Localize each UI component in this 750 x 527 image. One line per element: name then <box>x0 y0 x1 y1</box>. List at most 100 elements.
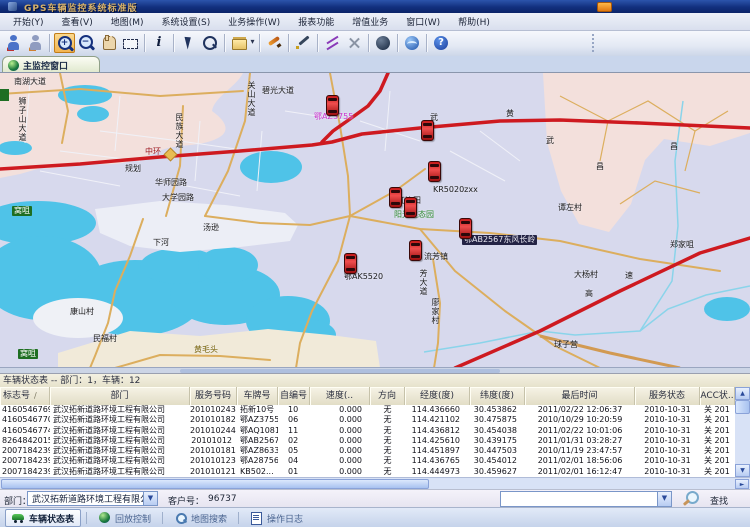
table-cell: 114.436660 <box>405 405 470 415</box>
vehicle-marker-icon[interactable] <box>409 240 422 261</box>
pen-icon[interactable] <box>293 33 314 53</box>
scroll-right-icon[interactable]: ► <box>735 479 749 489</box>
bottom-tab-label: 回放控制 <box>115 512 151 525</box>
layers-icon[interactable] <box>229 33 256 53</box>
menu-item-0[interactable]: 开始(Y) <box>4 13 53 30</box>
map-place-label: 华师园路 <box>155 178 187 187</box>
menu-item-6[interactable]: 增值业务 <box>343 13 397 30</box>
table-cell: 2011/01/31 03:28:27 <box>525 436 635 446</box>
table-row[interactable]: 4160546770武汉拓新道路环境工程有限公司201010182鄂AZ3755… <box>0 415 735 425</box>
column-header-2[interactable]: 服务号码 <box>190 387 237 405</box>
find-button[interactable]: 查找 <box>710 494 728 507</box>
toolbar-separator <box>259 34 260 52</box>
department-combo[interactable]: 武汉拓新道路环境工程有限公司 ▼ <box>27 491 158 506</box>
table-row[interactable]: 4160546774武汉拓新道路环境工程有限公司201010244鄂AQ1081… <box>0 426 735 436</box>
column-header-10[interactable]: 服务状态 <box>635 387 700 405</box>
table-cell: 114.425610 <box>405 436 470 446</box>
bottom-tab-2[interactable]: 地图搜索 <box>168 510 233 526</box>
column-header-11[interactable]: ACC状.. <box>700 387 735 405</box>
globe-blue-icon[interactable] <box>402 33 423 53</box>
vehicle-marker-icon[interactable] <box>389 187 402 208</box>
column-header-9[interactable]: 最后时间 <box>525 387 635 405</box>
table-row[interactable]: 20071842390武汉拓新道路环境工程有限公司201010181鄂AZ863… <box>0 446 735 456</box>
map-place-label: 黄毛头 <box>194 345 218 354</box>
table-cell: 无 <box>370 426 405 436</box>
vscroll-thumb[interactable] <box>735 400 750 414</box>
menu-item-8[interactable]: 帮助(H) <box>449 13 499 30</box>
table-vertical-scrollbar[interactable]: ▲ ▼ <box>735 387 750 477</box>
table-cell: 201010243 <box>190 405 237 415</box>
table-row[interactable]: 20071842398武汉拓新道路环境工程有限公司201010121KB502.… <box>0 467 735 477</box>
table-cell: 201010182 <box>190 415 237 425</box>
menu-item-4[interactable]: 业务操作(W) <box>219 13 289 30</box>
map-place-label: 大杨村 <box>574 270 598 279</box>
scroll-up-icon[interactable]: ▲ <box>735 387 750 400</box>
map-place-label: 流芳镇 <box>424 252 448 261</box>
toolbar-separator <box>49 34 50 52</box>
column-header-8[interactable]: 纬度(度) <box>470 387 525 405</box>
search-combo[interactable]: ▼ <box>500 491 672 507</box>
vehicle-marker-icon[interactable] <box>459 218 472 239</box>
toolbar-separator <box>317 34 318 52</box>
menu-item-5[interactable]: 报表功能 <box>289 13 343 30</box>
zoom-out-icon[interactable] <box>76 33 97 53</box>
vehicle-marker-icon[interactable] <box>326 95 339 116</box>
menu-item-1[interactable]: 查看(V) <box>53 13 102 30</box>
table-cell: 201010121 <box>190 467 237 477</box>
toolbar-grip[interactable] <box>592 34 597 52</box>
column-header-0[interactable]: 标志号∕ <box>0 387 50 405</box>
column-header-1[interactable]: 部门 <box>50 387 190 405</box>
table-cell: 05 <box>278 446 310 456</box>
bottom-tab-0[interactable]: 车辆状态表 <box>5 509 81 527</box>
column-header-6[interactable]: 方向 <box>370 387 405 405</box>
table-cell: 拓新10号 <box>237 405 278 415</box>
scroll-down-icon[interactable]: ▼ <box>735 464 750 477</box>
table-row[interactable]: 4160546769武汉拓新道路环境工程有限公司201010243拓新10号10… <box>0 405 735 415</box>
chevron-down-icon[interactable]: ▼ <box>657 492 671 506</box>
route-icon[interactable] <box>322 33 343 53</box>
table-cell: 武汉拓新道路环境工程有限公司 <box>50 426 190 436</box>
column-header-4[interactable]: 自编号 <box>278 387 310 405</box>
user-offline-icon[interactable] <box>25 33 46 53</box>
department-bar: 部门： 武汉拓新道路环境工程有限公司 ▼ 客户号： 96737 ▼ 查找 <box>0 489 750 508</box>
user-online-icon[interactable] <box>3 33 24 53</box>
menu-item-3[interactable]: 系统设置(S) <box>153 13 220 30</box>
help-icon[interactable] <box>431 33 452 53</box>
info-icon[interactable] <box>149 33 170 53</box>
table-cell: 201010123 <box>190 456 237 466</box>
menu-item-7[interactable]: 窗口(W) <box>397 13 449 30</box>
pan-hand-icon[interactable] <box>98 33 119 53</box>
vehicle-marker-icon[interactable] <box>421 120 434 141</box>
table-cell: 06 <box>278 415 310 425</box>
column-header-5[interactable]: 速度(.. <box>310 387 370 405</box>
zoom-in-icon[interactable] <box>54 33 75 53</box>
brush-icon[interactable] <box>264 33 285 53</box>
select-rect-icon[interactable] <box>120 33 141 53</box>
column-header-3[interactable]: 车牌号 <box>237 387 278 405</box>
table-row[interactable]: 8264842015武汉拓新道路环境工程有限公司20101012鄂AB25670… <box>0 436 735 446</box>
bottom-tab-3[interactable]: 操作日志 <box>244 510 309 526</box>
map-canvas[interactable] <box>0 73 750 368</box>
table-cell: 4160546774 <box>0 426 50 436</box>
table-cell: 2011/02/01 16:12:47 <box>525 467 635 477</box>
table-row[interactable]: 20071842394武汉拓新道路环境工程有限公司201010123鄂A2875… <box>0 456 735 466</box>
menu-item-2[interactable]: 地图(M) <box>102 13 153 30</box>
locate-icon[interactable] <box>200 33 221 53</box>
vehicle-marker-icon[interactable] <box>404 197 417 218</box>
table-body: 4160546769武汉拓新道路环境工程有限公司201010243拓新10号10… <box>0 405 735 477</box>
pointer-icon[interactable] <box>178 33 199 53</box>
vehicle-marker-icon[interactable] <box>344 253 357 274</box>
table-header[interactable]: 标志号∕部门服务号码车牌号自编号速度(..方向经度(度)纬度(度)最后时间服务状… <box>0 387 735 405</box>
measure-icon[interactable] <box>344 33 365 53</box>
column-header-7[interactable]: 经度(度) <box>405 387 470 405</box>
bottom-tab-1[interactable]: 回放控制 <box>92 510 157 526</box>
table-cell: 武汉拓新道路环境工程有限公司 <box>50 446 190 456</box>
globe-dark-icon[interactable] <box>373 33 394 53</box>
chevron-down-icon[interactable]: ▼ <box>143 492 157 505</box>
table-cell: 20071842398 <box>0 467 50 477</box>
tab-main-monitor[interactable]: 主监控窗口 <box>2 56 100 73</box>
find-magnifier-icon[interactable] <box>682 490 702 508</box>
vehicle-marker-icon[interactable] <box>428 161 441 182</box>
hscroll-thumb[interactable] <box>1 479 429 489</box>
tab-separator <box>162 512 163 524</box>
